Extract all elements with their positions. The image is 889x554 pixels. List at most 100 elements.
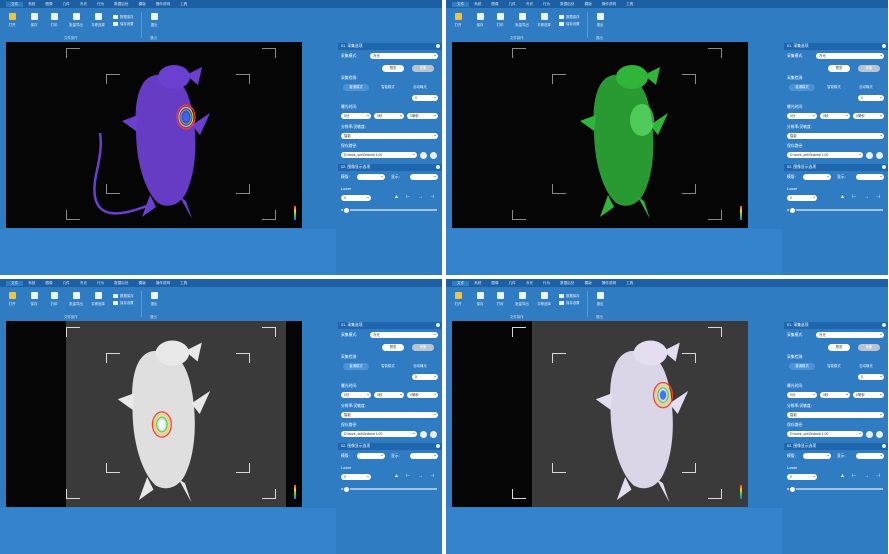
capture-button[interactable]: 采集 — [412, 344, 434, 351]
menu-item[interactable]: 几件 — [504, 2, 521, 7]
right-bound-icon[interactable]: ⊣ — [430, 194, 434, 200]
preview-button[interactable]: 预览 — [828, 344, 850, 351]
collapse-icon[interactable] — [436, 323, 440, 327]
menu-item[interactable]: 行为 — [92, 2, 109, 7]
seconds-select[interactable]: 0秒 — [374, 392, 404, 398]
section-header[interactable]: 02. 图像显示选项 — [338, 164, 442, 171]
mode-tab-auto[interactable]: 自动曝光 — [853, 363, 879, 370]
left-bound-icon[interactable]: ⊢ — [406, 473, 410, 479]
mode-select[interactable]: 冷光 — [370, 332, 438, 338]
minutes-select[interactable]: 0分 — [787, 113, 817, 119]
display-select[interactable] — [856, 453, 884, 459]
data-save-button[interactable]: 数据保存 — [559, 293, 580, 298]
open-button[interactable]: 打开 — [4, 292, 20, 306]
menu-item[interactable]: 系统 — [23, 281, 40, 286]
mode-tab-smart[interactable]: 智能模式 — [375, 84, 401, 91]
image-viewport[interactable] — [6, 321, 302, 507]
mode-tab-normal[interactable]: 普通模式 — [343, 363, 369, 370]
template-select[interactable] — [357, 174, 385, 180]
sensitivity-select[interactable]: 智能 — [787, 412, 884, 418]
save-path-field[interactable]: D:\work_set\Ondmal 1.00 — [787, 431, 863, 437]
edit-path-icon[interactable] — [420, 151, 427, 159]
save-settings-button[interactable]: 保存设置 — [113, 21, 134, 26]
menu-item[interactable]: 系统 — [469, 281, 486, 286]
collapse-icon[interactable] — [882, 44, 886, 48]
menu-item[interactable]: 工具 — [175, 2, 192, 7]
data-save-button[interactable]: 数据保存 — [113, 293, 134, 298]
menu-item[interactable]: 模版 — [580, 281, 597, 286]
collapse-icon[interactable] — [436, 165, 440, 169]
data-save-button[interactable]: 数据保存 — [559, 14, 580, 19]
menu-item[interactable]: 工具 — [621, 281, 638, 286]
menu-item[interactable]: 冷光 — [75, 2, 92, 7]
mode-tab-smart[interactable]: 智能模式 — [821, 363, 847, 370]
open-button[interactable]: 打开 — [4, 13, 20, 27]
menu-item[interactable]: 操作说明 — [597, 2, 621, 7]
mode-tab-auto[interactable]: 自动曝光 — [407, 363, 433, 370]
mode-select[interactable]: 冷光 — [816, 332, 884, 338]
section-header[interactable]: 01. 采集选项 — [338, 43, 442, 50]
mode-tab-smart[interactable]: 智能模式 — [375, 363, 401, 370]
menu-item[interactable]: 图像 — [40, 281, 57, 286]
image-viewport[interactable] — [452, 42, 748, 228]
menu-item[interactable]: 数据后处 — [555, 281, 579, 286]
lower-value-field[interactable]: 0 — [787, 195, 817, 201]
edit-path-icon[interactable] — [866, 430, 873, 438]
menu-item[interactable]: 冷光 — [75, 281, 92, 286]
menu-item[interactable]: 几件 — [58, 2, 75, 7]
milliseconds-select[interactable]: 0毫秒 — [407, 392, 438, 398]
section-header[interactable]: 02. 图像显示选项 — [784, 443, 888, 450]
lower-slider-knob[interactable] — [343, 485, 350, 493]
save-path-field[interactable]: D:\work_set\Ondmal 1.00 — [787, 152, 863, 158]
edit-path-icon[interactable] — [420, 430, 427, 438]
menu-item[interactable]: 模版 — [580, 2, 597, 7]
lower-slider-knob[interactable] — [789, 206, 796, 214]
section-header[interactable]: 01. 采集选项 — [338, 322, 442, 329]
save-settings-button[interactable]: 保存设置 — [559, 300, 580, 305]
template-select[interactable] — [357, 453, 385, 459]
open-button[interactable]: 打开 — [450, 292, 466, 306]
save-settings-button[interactable]: 保存设置 — [559, 21, 580, 26]
save-button[interactable]: 保存 — [26, 292, 42, 306]
menu-item[interactable]: 文件 — [6, 280, 24, 286]
capture-button[interactable]: 采集 — [858, 344, 880, 351]
mode-select[interactable]: 冷光 — [370, 53, 438, 59]
browse-folder-icon[interactable] — [876, 151, 883, 159]
batch-export-button[interactable]: 批量导出 — [68, 13, 84, 27]
menu-item[interactable]: 工具 — [621, 2, 638, 7]
milliseconds-select[interactable]: 0毫秒 — [853, 392, 884, 398]
menu-item[interactable]: 文件 — [452, 1, 470, 7]
exit-button[interactable]: 退出 — [592, 292, 608, 306]
menu-item[interactable]: 模版 — [134, 2, 151, 7]
menu-item[interactable]: 数据后处 — [109, 2, 133, 7]
batch-export-button[interactable]: 批量导出 — [514, 13, 530, 27]
count-stepper[interactable]: 5 — [858, 374, 884, 380]
left-bound-icon[interactable]: ⊢ — [406, 194, 410, 200]
menu-item[interactable]: 文件 — [452, 280, 470, 286]
menu-item[interactable]: 冷光 — [521, 281, 538, 286]
save-path-field[interactable]: D:\work_set\Ondmal 1.00 — [341, 431, 417, 437]
batch-export-button[interactable]: 批量导出 — [514, 292, 530, 306]
print-button[interactable]: 打印 — [46, 292, 62, 306]
section-header[interactable]: 01. 采集选项 — [784, 43, 888, 50]
browse-folder-icon[interactable] — [430, 430, 437, 438]
save-path-field[interactable]: D:\work_set\Ondmal 1.00 — [341, 152, 417, 158]
mode-tab-normal[interactable]: 普通模式 — [789, 363, 815, 370]
preview-button[interactable]: 预览 — [382, 344, 404, 351]
menu-item[interactable]: 图像 — [40, 2, 57, 7]
open-button[interactable]: 打开 — [450, 13, 466, 27]
mode-select[interactable]: 冷光 — [816, 53, 884, 59]
minutes-select[interactable]: 0分 — [787, 392, 817, 398]
capture-button[interactable]: 采集 — [412, 65, 434, 72]
lower-slider-track[interactable] — [787, 209, 883, 211]
sensitivity-select[interactable]: 智能 — [787, 133, 884, 139]
menu-item[interactable]: 几件 — [58, 281, 75, 286]
pan-select-button[interactable]: 平移选择 — [90, 292, 106, 306]
menu-item[interactable]: 操作说明 — [151, 2, 175, 7]
menu-item[interactable]: 系统 — [23, 2, 40, 7]
save-button[interactable]: 保存 — [472, 13, 488, 27]
sensitivity-select[interactable]: 智能 — [341, 412, 438, 418]
exit-button[interactable]: 退出 — [146, 13, 162, 27]
menu-item[interactable]: 操作说明 — [597, 281, 621, 286]
milliseconds-select[interactable]: 0毫秒 — [853, 113, 884, 119]
